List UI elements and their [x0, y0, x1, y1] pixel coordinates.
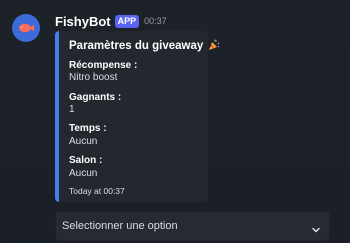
app-badge: APP [114, 14, 140, 28]
select-placeholder: Selectionner une option [62, 220, 178, 232]
embed-title: Paramètres du giveaway [69, 39, 220, 54]
discord-message-screen: FishyBot APP 00:37 Paramètres du giveawa… [0, 0, 350, 243]
field-winners-value: 1 [69, 104, 75, 115]
embed-title-text: Paramètres du giveaway [69, 40, 204, 52]
option-select[interactable]: Selectionner une option [55, 211, 330, 241]
fish-icon [19, 23, 34, 33]
message-timestamp: 00:37 [144, 16, 167, 26]
field-winners-name: Gagnants : [69, 92, 122, 103]
message-header: FishyBot APP 00:37 [55, 12, 167, 30]
embed-footer-timestamp: Today at 00:37 [69, 186, 125, 196]
field-reward-name: Récompense : [69, 60, 138, 71]
field-channel-name: Salon : [69, 155, 103, 166]
giveaway-embed: Paramètres du giveaway Récompense : Nitr… [55, 31, 220, 202]
field-time-value: Aucun [69, 136, 98, 147]
field-channel-value: Aucun [69, 168, 98, 179]
party-popper-icon [208, 39, 220, 54]
field-time-name: Temps : [69, 123, 107, 134]
avatar[interactable] [12, 14, 40, 42]
author-name[interactable]: FishyBot [55, 14, 111, 29]
field-reward-value: Nitro boost [69, 72, 118, 83]
chevron-down-icon [311, 222, 321, 240]
